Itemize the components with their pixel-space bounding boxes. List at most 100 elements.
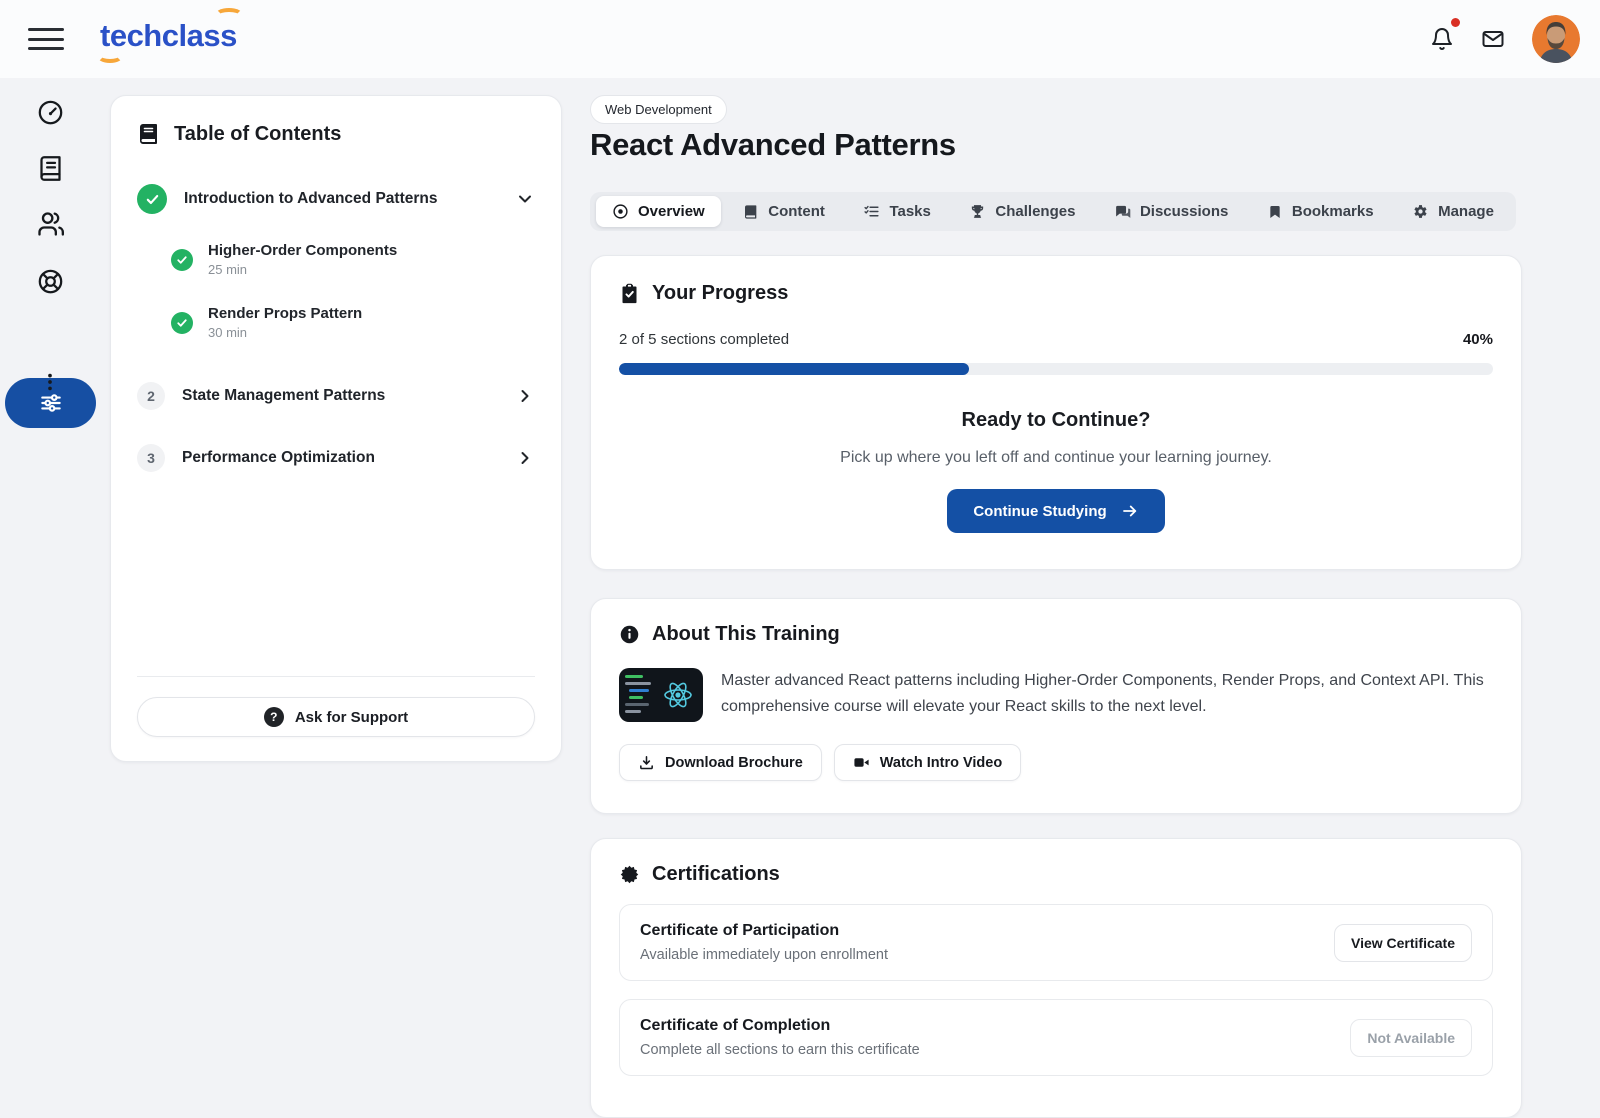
progress-bar [619, 363, 1493, 375]
sidebar-item-more[interactable] [0, 360, 100, 404]
toc-section-intro[interactable]: Introduction to Advanced Patterns [137, 184, 535, 214]
app-logo[interactable]: techclass [97, 8, 243, 63]
tab-manage[interactable]: Manage [1396, 196, 1510, 227]
tab-bookmarks[interactable]: Bookmarks [1251, 196, 1390, 227]
chevron-down-icon [515, 189, 535, 209]
book-icon [39, 155, 61, 181]
toc-lesson-duration: 25 min [208, 262, 248, 277]
chat-bubbles-icon [1116, 205, 1131, 218]
toc-section-label: Introduction to Advanced Patterns [184, 190, 438, 207]
sidebar-item-courses[interactable] [0, 146, 100, 190]
sidebar-item-users[interactable] [0, 202, 100, 246]
continue-studying-label: Continue Studying [973, 502, 1107, 520]
watch-intro-video-label: Watch Intro Video [879, 754, 1003, 771]
view-certificate-button[interactable]: View Certificate [1333, 923, 1472, 962]
tab-overview[interactable]: Overview [596, 196, 721, 227]
user-avatar[interactable] [1532, 15, 1580, 63]
certificate-title: Certificate of Completion [640, 1017, 831, 1034]
users-icon [38, 212, 64, 236]
certificate-subtitle: Complete all sections to earn this certi… [640, 1042, 920, 1058]
question-icon: ? [263, 707, 284, 727]
trophy-icon [972, 205, 984, 218]
tab-label: Challenges [995, 203, 1076, 220]
download-brochure-button[interactable]: Download Brochure [619, 744, 822, 781]
section-number-badge: 2 [137, 382, 165, 410]
progress-card-title: Your Progress [652, 282, 789, 304]
course-tabbar: Overview Content Tasks Challenges Discus… [590, 192, 1516, 231]
progress-percent-label: 40% [1462, 331, 1493, 348]
divider [137, 676, 535, 677]
video-camera-icon [854, 758, 869, 767]
certificate-seal-icon [620, 865, 639, 884]
section-number-badge: 3 [137, 444, 165, 472]
book-icon [140, 124, 157, 144]
notifications-bell-icon[interactable] [1430, 18, 1460, 51]
toc-lesson-duration: 30 min [208, 325, 248, 340]
tab-tasks[interactable]: Tasks [847, 196, 946, 227]
toc-lesson-title: Higher-Order Components [208, 242, 398, 259]
toc-title: Table of Contents [174, 122, 342, 145]
info-icon [620, 625, 639, 644]
ask-for-support-button[interactable]: ? Ask for Support [137, 697, 535, 737]
sidebar-item-dashboard[interactable] [0, 90, 100, 134]
progress-sections-text: 2 of 5 sections completed [619, 331, 790, 348]
toc-section-state-management[interactable]: 2 State Management Patterns [137, 382, 535, 410]
bookmark-icon [1270, 205, 1280, 218]
toc-lesson-title: Render Props Pattern [208, 305, 363, 322]
messages-mail-icon[interactable] [1480, 27, 1506, 51]
your-progress-card: Your Progress 2 of 5 sections completed … [590, 255, 1522, 570]
ready-heading: Ready to Continue? [961, 409, 1151, 431]
chevron-right-icon [515, 386, 535, 406]
certificate-subtitle: Available immediately upon enrollment [640, 947, 888, 963]
page-title: React Advanced Patterns [590, 127, 956, 162]
certificate-row-completion: Certificate of Completion Complete all s… [619, 999, 1493, 1076]
toc-lesson-hoc[interactable]: Higher-Order Components 25 min [171, 242, 535, 277]
ready-subtext: Pick up where you left off and continue … [840, 449, 1272, 466]
top-header: techclass [0, 0, 1600, 78]
certifications-card: Certifications Certificate of Participat… [590, 838, 1522, 1118]
tab-label: Manage [1438, 203, 1494, 220]
toc-lesson-render-props[interactable]: Render Props Pattern 30 min [171, 305, 535, 340]
toc-section-label: State Management Patterns [182, 387, 386, 404]
course-thumbnail [619, 668, 703, 722]
watch-intro-video-button[interactable]: Watch Intro Video [833, 744, 1022, 781]
task-list-icon [864, 205, 880, 217]
left-icon-rail [0, 78, 100, 1067]
download-brochure-label: Download Brochure [665, 754, 803, 771]
chevron-right-icon [515, 448, 535, 468]
gear-icon [1414, 205, 1427, 218]
download-icon [640, 756, 653, 770]
continue-studying-button[interactable]: Continue Studying [947, 489, 1165, 533]
book-icon [745, 204, 757, 219]
certificate-title: Certificate of Participation [640, 922, 840, 939]
check-circle-icon [171, 311, 193, 334]
unread-dot [1451, 18, 1460, 27]
toc-section-performance[interactable]: 3 Performance Optimization [137, 444, 535, 472]
certificate-row-participation: Certificate of Participation Available i… [619, 904, 1493, 981]
clipboard-check-icon [622, 283, 637, 304]
about-training-card: About This Training Master advanced Reac… [590, 598, 1522, 814]
toc-section-label: Performance Optimization [182, 449, 375, 466]
sidebar-item-help[interactable] [0, 259, 100, 303]
menu-hamburger-icon[interactable] [28, 25, 66, 53]
tab-challenges[interactable]: Challenges [953, 196, 1091, 227]
category-badge: Web Development [590, 95, 727, 124]
support-button-label: Ask for Support [294, 708, 409, 726]
logo-text: techclass [100, 18, 237, 53]
dashboard-gauge-icon [38, 100, 62, 124]
about-description: Master advanced React patterns including… [721, 672, 1484, 715]
about-card-title: About This Training [652, 623, 840, 645]
eye-icon [613, 204, 628, 219]
tab-label: Bookmarks [1291, 203, 1374, 220]
tab-label: Tasks [889, 203, 931, 220]
help-lifering-icon [38, 269, 62, 293]
table-of-contents-panel: Table of Contents Introduction to Advanc… [110, 95, 562, 762]
progress-bar-fill [619, 363, 969, 375]
tab-label: Discussions [1139, 203, 1229, 220]
not-available-button: Not Available [1350, 1018, 1472, 1057]
check-circle-icon [171, 248, 193, 271]
more-dots-icon [48, 373, 52, 391]
tab-content[interactable]: Content [727, 196, 841, 227]
certifications-card-title: Certifications [652, 863, 780, 885]
tab-discussions[interactable]: Discussions [1098, 196, 1244, 227]
